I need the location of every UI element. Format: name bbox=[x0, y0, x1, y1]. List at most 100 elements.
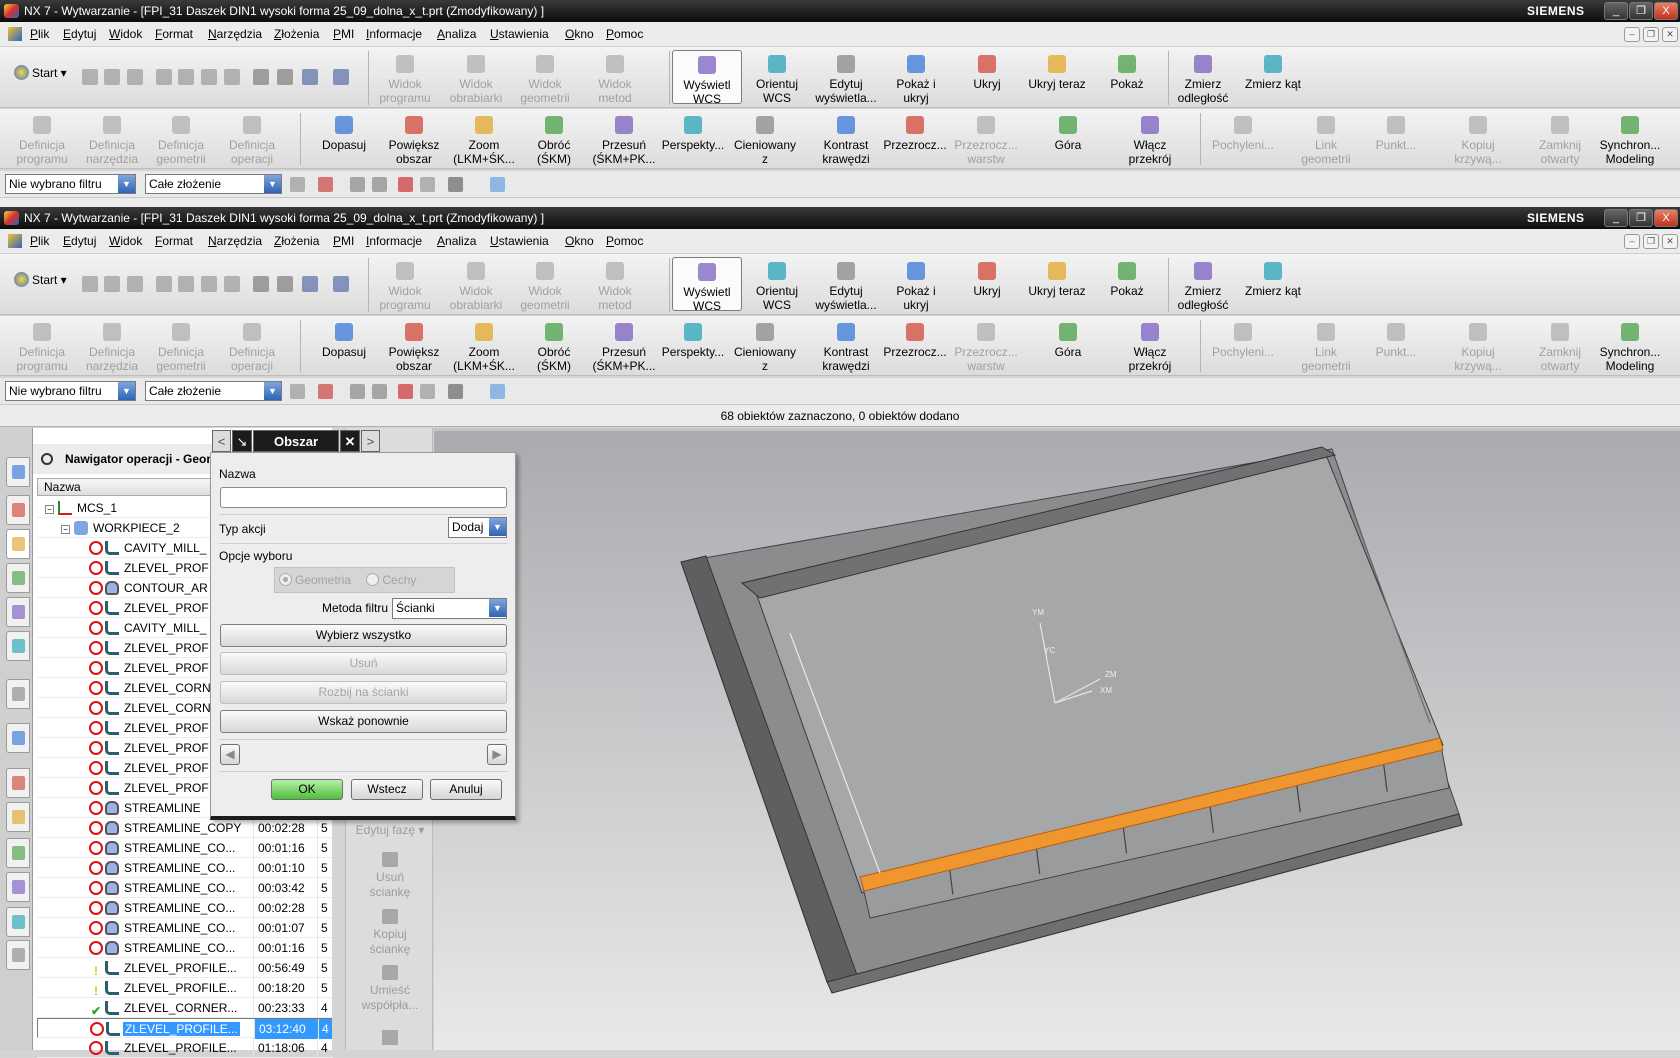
toolbar-item-pan[interactable]: Przesuń (ŚKM+PK... bbox=[589, 318, 659, 374]
copy-icon[interactable] bbox=[178, 69, 194, 85]
menu-4[interactable]: Narzędzia bbox=[208, 234, 262, 248]
toolbar-item-wcs-orient[interactable]: Orientuj WCS bbox=[742, 257, 812, 312]
cut-icon[interactable] bbox=[156, 276, 172, 292]
menu-11[interactable]: Pomoc bbox=[606, 234, 643, 248]
toolbar-item-rotate[interactable]: Obróć (ŚKM) bbox=[519, 318, 589, 374]
start-button[interactable]: Start ▾ bbox=[14, 272, 67, 287]
toolbar-item-hide[interactable]: Ukryj bbox=[952, 257, 1022, 311]
tree-row[interactable]: ZLEVEL_PROFILE... 01:18:06 4 bbox=[37, 1038, 333, 1058]
toolbar-item-pan[interactable]: Przesuń (ŚKM+PK... bbox=[589, 111, 659, 167]
toolbar-item-edge-contrast[interactable]: Kontrast krawędzi bbox=[811, 318, 881, 374]
toolbar-item-synchronous-modeling[interactable]: Synchron... Modeling bbox=[1595, 111, 1665, 167]
menu-5[interactable]: Złożenia bbox=[274, 27, 319, 41]
toolbar-item-translucency[interactable]: Przezrocz... bbox=[880, 111, 950, 167]
redo-icon[interactable] bbox=[277, 69, 293, 85]
chevron-down-icon[interactable]: ▼ bbox=[489, 518, 506, 536]
tree-row[interactable]: STREAMLINE_CO... 00:01:16 5 bbox=[37, 938, 333, 958]
graphics-viewport[interactable]: YM YC ZM XM bbox=[434, 428, 1680, 1050]
menu-3[interactable]: Format bbox=[155, 27, 193, 41]
toolbar-item-zoom-area[interactable]: Powiększ obszar bbox=[379, 111, 449, 167]
expand-collapse-icon[interactable]: − bbox=[61, 525, 70, 534]
toolbar-item-shaded[interactable]: Cieniowany z bbox=[730, 111, 800, 167]
solid-icon[interactable] bbox=[490, 177, 505, 192]
undo-selection-icon[interactable] bbox=[350, 384, 365, 399]
menu-2[interactable]: Widok bbox=[109, 27, 142, 41]
cut-icon[interactable] bbox=[156, 69, 172, 85]
scope-select[interactable]: Całe złożenie ▼ bbox=[145, 174, 282, 194]
copy-icon[interactable] bbox=[178, 276, 194, 292]
resource-tab-5[interactable] bbox=[6, 597, 30, 627]
start-button[interactable]: Start ▾ bbox=[14, 65, 67, 80]
menu-10[interactable]: Okno bbox=[565, 27, 594, 41]
navigator-pin-icon[interactable] bbox=[41, 453, 53, 465]
toolbar-item-hide[interactable]: Ukryj bbox=[952, 50, 1022, 104]
toolbar-item-rotate[interactable]: Obróć (ŚKM) bbox=[519, 111, 589, 167]
reselect-button[interactable]: Wskaż ponownie bbox=[220, 710, 507, 733]
toolbar-item-edit-display[interactable]: Edytuj wyświetla... bbox=[811, 257, 881, 312]
feature-icon[interactable] bbox=[372, 177, 387, 192]
open-icon[interactable] bbox=[104, 276, 120, 292]
menu-4[interactable]: Narzędzia bbox=[208, 27, 262, 41]
column-name-header[interactable]: Nazwa bbox=[44, 480, 81, 494]
doc-close-button[interactable]: ✕ bbox=[1662, 27, 1678, 42]
paste-icon[interactable] bbox=[201, 276, 217, 292]
restore-button[interactable]: ❐ bbox=[1629, 2, 1653, 20]
close-icon[interactable]: ✕ bbox=[340, 430, 360, 452]
type-filter-select[interactable]: Nie wybrano filtru ▼ bbox=[5, 174, 136, 194]
resource-tab-2[interactable] bbox=[6, 495, 30, 525]
chevron-down-icon[interactable]: ▼ bbox=[118, 382, 135, 400]
toolbar-item-wcs-orient[interactable]: Orientuj WCS bbox=[742, 50, 812, 105]
restore-button[interactable]: ❐ bbox=[1629, 209, 1653, 227]
scroll-right-button[interactable]: ▶ bbox=[487, 744, 507, 765]
save-icon[interactable] bbox=[127, 276, 143, 292]
cancel-button[interactable]: Anuluj bbox=[430, 779, 502, 800]
name-input[interactable] bbox=[220, 487, 507, 508]
menu-7[interactable]: Informacje bbox=[366, 27, 422, 41]
geometry-radio[interactable]: Geometria bbox=[279, 573, 351, 587]
resource-tab-7[interactable] bbox=[6, 679, 30, 709]
toolbar-item-measure-distance[interactable]: Zmierz odległość bbox=[1168, 257, 1238, 312]
new-icon[interactable] bbox=[82, 69, 98, 85]
resource-tab-11[interactable] bbox=[6, 838, 30, 868]
resource-tab-10[interactable] bbox=[6, 802, 30, 832]
resource-tab-4[interactable] bbox=[6, 563, 30, 593]
point-snap-icon[interactable] bbox=[318, 384, 333, 399]
doc-close-button[interactable]: ✕ bbox=[1662, 234, 1678, 249]
curve-icon[interactable] bbox=[398, 384, 413, 399]
toolbar-item-top-view[interactable]: Góra bbox=[1033, 318, 1103, 374]
toolbar-item-edit-display[interactable]: Edytuj wyświetla... bbox=[811, 50, 881, 105]
delete-icon[interactable] bbox=[224, 276, 240, 292]
menu-3[interactable]: Format bbox=[155, 234, 193, 248]
binoculars-icon[interactable] bbox=[333, 276, 349, 292]
menu-9[interactable]: Ustawienia bbox=[490, 234, 549, 248]
toolbar-item-show[interactable]: Pokaż bbox=[1092, 50, 1162, 104]
toolbar-item-shaded[interactable]: Cieniowany z bbox=[730, 318, 800, 374]
tree-row[interactable]: ! ZLEVEL_PROFILE... 00:56:49 5 bbox=[37, 958, 333, 978]
doc-restore-button[interactable]: ❐ bbox=[1643, 234, 1659, 249]
toolbar-item-measure-angle[interactable]: Zmierz kąt bbox=[1238, 50, 1308, 104]
expand-collapse-icon[interactable]: − bbox=[45, 505, 54, 514]
toolbar-item-measure-angle[interactable]: Zmierz kąt bbox=[1238, 257, 1308, 311]
tree-row[interactable]: ✔ ZLEVEL_CORNER... 00:23:33 4 bbox=[37, 998, 333, 1018]
menu-0[interactable]: Plik bbox=[30, 234, 49, 248]
menu-8[interactable]: Analiza bbox=[437, 234, 476, 248]
toolbar-item-translucency[interactable]: Przezrocz... bbox=[880, 318, 950, 374]
doc-minimize-button[interactable]: – bbox=[1624, 27, 1640, 42]
resource-tab-12[interactable] bbox=[6, 872, 30, 902]
pin-point-icon[interactable] bbox=[420, 177, 435, 192]
tree-row[interactable]: STREAMLINE_COPY 00:02:28 5 bbox=[37, 818, 333, 838]
resource-tab-3[interactable] bbox=[6, 529, 30, 559]
scroll-left-button[interactable]: ◀ bbox=[220, 744, 240, 765]
menu-2[interactable]: Widok bbox=[109, 234, 142, 248]
scope-select[interactable]: Całe złożenie ▼ bbox=[145, 381, 282, 401]
menu-7[interactable]: Informacje bbox=[366, 234, 422, 248]
close-button[interactable]: X bbox=[1654, 209, 1678, 227]
doc-minimize-button[interactable]: – bbox=[1624, 234, 1640, 249]
action-type-select[interactable]: Dodaj ▼ bbox=[448, 517, 507, 538]
part-model[interactable]: YM YC ZM XM bbox=[434, 431, 1680, 1053]
point-snap-icon[interactable] bbox=[318, 177, 333, 192]
snap-icon[interactable] bbox=[290, 384, 305, 399]
undo-selection-icon[interactable] bbox=[350, 177, 365, 192]
info-icon[interactable] bbox=[302, 276, 318, 292]
open-icon[interactable] bbox=[104, 69, 120, 85]
